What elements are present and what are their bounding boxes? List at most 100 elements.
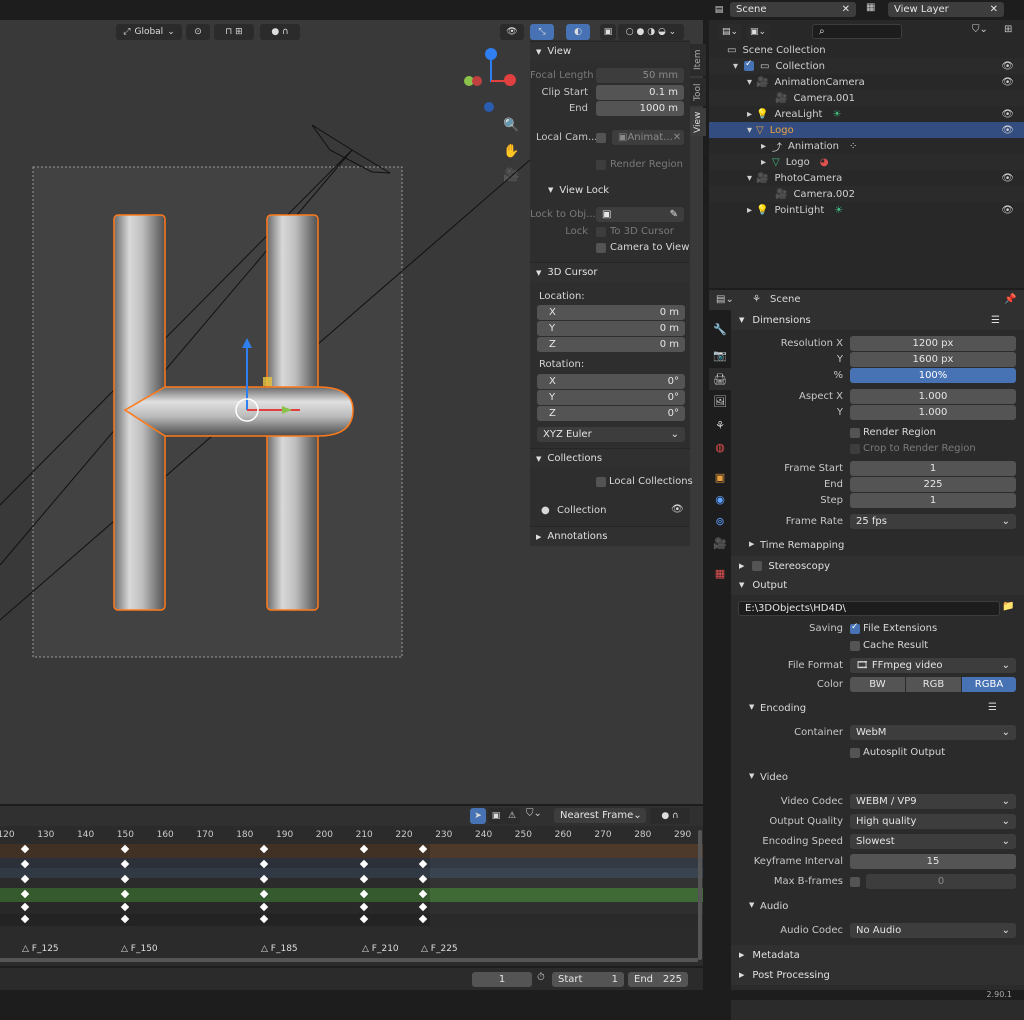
annotations-header[interactable]: ▶ Annotations <box>530 526 690 546</box>
editor-type-icon[interactable]: ▤⌄ <box>716 294 734 305</box>
lock-to-object-field[interactable]: ▣ ✎ <box>596 207 684 222</box>
collection-label[interactable]: Collection <box>557 505 606 516</box>
view-lock-header[interactable]: ▼ View Lock <box>530 180 690 200</box>
cursor-location-x[interactable]: X0 m <box>537 305 685 320</box>
camera-to-view-checkbox[interactable] <box>596 243 606 253</box>
timeline-scrollbar[interactable] <box>698 830 702 960</box>
outliner-row-point-light[interactable]: ▸ 💡 PointLight ☀ 👁 <box>709 202 1024 218</box>
warning-icon[interactable]: ⚠ <box>504 808 520 824</box>
resolution-x-field[interactable]: 1200 px <box>850 336 1016 351</box>
aspect-y-field[interactable]: 1.000 <box>850 405 1016 420</box>
tool-tab-icon[interactable]: 🔧 <box>709 318 731 340</box>
file-extensions-checkbox[interactable] <box>850 622 860 634</box>
3d-cursor-header[interactable]: ▼ 3D Cursor <box>530 262 690 282</box>
cursor-rotation-x[interactable]: X 0° <box>537 374 685 389</box>
video-subpanel[interactable]: Video <box>760 772 788 783</box>
resolution-percent-slider[interactable]: 100% <box>850 368 1016 383</box>
max-bframes-field[interactable]: 0 <box>866 874 1016 889</box>
outliner-row-animation-camera[interactable]: ▾ 🎥 AnimationCamera 👁 <box>709 74 1024 90</box>
filter-icon[interactable]: ⛉⌄ <box>526 808 542 819</box>
local-camera-field[interactable]: ▣ Animat... ✕ <box>612 130 684 145</box>
max-bframes-checkbox[interactable] <box>850 877 860 887</box>
cursor-location-y[interactable]: Y0 m <box>537 321 685 336</box>
eye-icon[interactable]: 👁 <box>1001 109 1014 120</box>
proportional-edit-button[interactable]: ● ∩ <box>650 808 690 824</box>
collections-header[interactable]: ▼ Collections <box>530 448 690 468</box>
outliner-row-logo-mesh[interactable]: ▸ ▽ Logo ◕ <box>709 154 1024 170</box>
marker-f-125[interactable]: △ F_125 <box>22 944 59 954</box>
frame-step-field[interactable]: 1 <box>850 493 1016 508</box>
eye-icon[interactable]: 👁 <box>1001 173 1014 184</box>
time-remapping-subpanel[interactable]: Time Remapping <box>760 540 844 551</box>
eye-icon[interactable]: 👁 <box>1001 205 1014 216</box>
render-region-checkbox[interactable] <box>850 428 860 438</box>
output-header[interactable]: ▼ Output <box>731 575 1024 595</box>
frame-start-field[interactable]: 1 <box>850 461 1016 476</box>
focal-length-field[interactable]: 50 mm <box>596 68 684 83</box>
end-frame-field[interactable]: End 225 <box>628 972 688 987</box>
encoding-subpanel[interactable]: Encoding <box>760 703 806 714</box>
view-layer-tab-icon[interactable]: 🖼 <box>709 390 731 412</box>
cursor-location-z[interactable]: Z0 m <box>537 337 685 352</box>
outliner-row-scene-collection[interactable]: ▭ Scene Collection <box>709 42 1024 58</box>
to-3d-cursor-checkbox[interactable] <box>596 227 606 237</box>
post-processing-header[interactable]: ▶ Post Processing <box>731 965 1024 985</box>
autosplit-checkbox[interactable] <box>850 748 860 758</box>
metadata-header[interactable]: ▶ Metadata <box>731 945 1024 965</box>
scene-render[interactable] <box>0 20 530 804</box>
scene-tab-icon[interactable]: ⚘ <box>709 414 731 436</box>
physics-tab-icon[interactable]: ◉ <box>709 488 731 510</box>
render-region-checkbox[interactable] <box>596 160 606 170</box>
outliner-row-camera-002[interactable]: 🎥 Camera.002 <box>709 186 1024 202</box>
pin-icon[interactable]: 📌 <box>1004 294 1016 305</box>
color-rgba-button[interactable]: RGBA <box>962 677 1016 692</box>
filter-icon[interactable]: ⛉⌄ <box>972 24 988 35</box>
logo-crossbar[interactable] <box>123 386 354 437</box>
clip-start-field[interactable]: 0.1 m <box>596 85 684 100</box>
constraints-tab-icon[interactable]: ⊚ <box>709 510 731 532</box>
container-dropdown[interactable]: WebM ⌄ <box>850 725 1016 740</box>
new-collection-icon[interactable]: ⊞ <box>1004 24 1012 35</box>
outliner-row-camera-001[interactable]: 🎥 Camera.001 <box>709 90 1024 106</box>
local-collections-checkbox[interactable] <box>596 477 606 487</box>
outliner-row-photo-camera[interactable]: ▾ 🎥 PhotoCamera 👁 <box>709 170 1024 186</box>
marker-f-150[interactable]: △ F_150 <box>121 944 158 954</box>
close-icon[interactable]: ✕ <box>673 132 681 143</box>
search-input[interactable]: ⌕ <box>812 24 902 39</box>
stopwatch-icon[interactable]: ⏱ <box>537 972 545 983</box>
stereoscopy-header[interactable]: ▶ Stereoscopy <box>731 556 1024 576</box>
eye-icon[interactable]: 👁 <box>671 504 684 515</box>
editor-type-icon[interactable]: ▤ <box>710 2 728 18</box>
start-frame-field[interactable]: Start 1 <box>552 972 624 987</box>
view-panel-header[interactable]: ▼ View <box>530 41 690 61</box>
eye-icon[interactable]: 👁 <box>1001 125 1014 136</box>
dimensions-header[interactable]: ▼ Dimensions ☰ <box>731 310 1024 330</box>
rotation-mode-dropdown[interactable]: XYZ Euler ⌄ <box>537 427 685 442</box>
gizmo-toggle-button[interactable]: ⤡ <box>530 24 554 40</box>
box-select-icon[interactable]: ▣ <box>488 808 504 824</box>
eye-icon[interactable]: 👁 <box>1001 61 1014 72</box>
eyedropper-icon[interactable]: ✎ <box>670 209 678 220</box>
encoding-speed-dropdown[interactable]: Slowest ⌄ <box>850 834 1016 849</box>
output-tab-icon[interactable]: 🖨 <box>709 368 731 390</box>
aspect-x-field[interactable]: 1.000 <box>850 389 1016 404</box>
stereoscopy-checkbox[interactable] <box>752 561 763 571</box>
close-icon[interactable]: ✕ <box>990 4 998 15</box>
crop-region-checkbox[interactable] <box>850 444 860 454</box>
render-tab-icon[interactable]: 📷 <box>709 344 731 366</box>
view-layer-selector[interactable]: View Layer ✕ <box>888 2 1004 17</box>
preset-list-icon[interactable]: ☰ <box>991 315 1000 326</box>
folder-icon[interactable]: 📁 <box>1002 601 1014 612</box>
object-tab-icon[interactable]: ▣ <box>709 466 731 488</box>
current-frame-field[interactable]: 1 <box>472 972 532 987</box>
outliner-row-area-light[interactable]: ▸ 💡 AreaLight ☀ 👁 <box>709 106 1024 122</box>
audio-subpanel[interactable]: Audio <box>760 901 788 912</box>
color-bw-button[interactable]: BW <box>850 677 905 692</box>
frame-rate-dropdown[interactable]: 25 fps ⌄ <box>850 514 1016 529</box>
close-icon[interactable]: ✕ <box>842 4 850 15</box>
cursor-rotation-z[interactable]: Z 0° <box>537 406 685 421</box>
outliner-row-logo[interactable]: ▾ ▽ Logo 👁 <box>709 122 1024 138</box>
audio-codec-dropdown[interactable]: No Audio ⌄ <box>850 923 1016 938</box>
output-path-field[interactable]: E:\3DObjects\HD4D\ <box>738 601 1000 616</box>
cache-result-checkbox[interactable] <box>850 641 860 651</box>
